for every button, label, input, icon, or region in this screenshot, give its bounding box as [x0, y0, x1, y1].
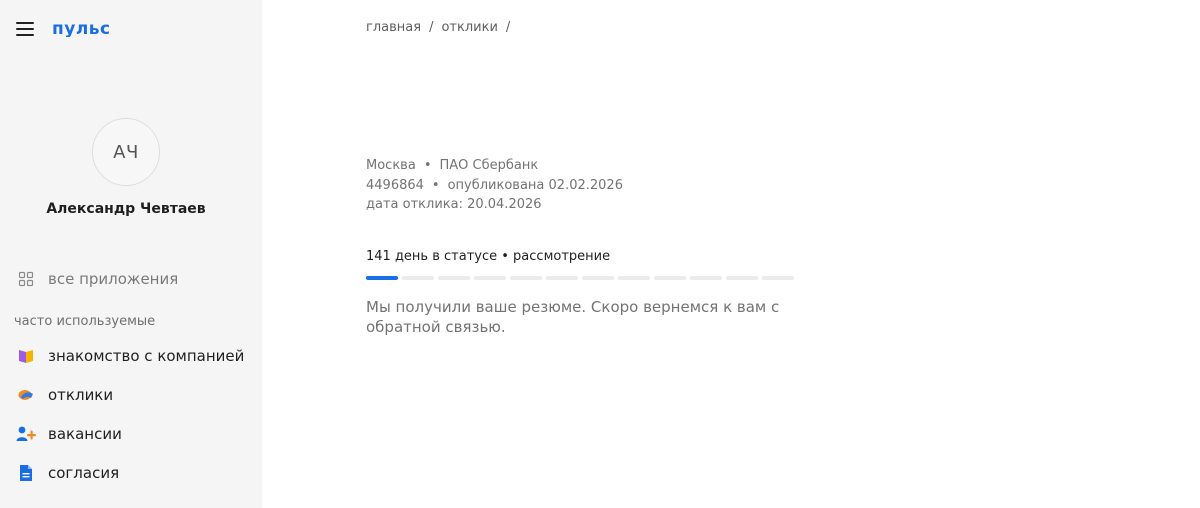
handshake-icon	[16, 385, 36, 405]
sidebar-item-label: знакомство с компанией	[48, 347, 245, 365]
section-title-frequent: часто используемые	[14, 314, 156, 329]
pulse-logo-icon: пульс	[52, 21, 111, 37]
sidebar-item-consents[interactable]: согласия	[16, 461, 119, 485]
status-progress-bar	[366, 276, 794, 280]
progress-segment	[618, 276, 650, 280]
progress-segment	[474, 276, 506, 280]
progress-segment	[762, 276, 794, 280]
response-date: дата отклика: 20.04.2026	[366, 197, 542, 212]
progress-segment	[402, 276, 434, 280]
status-text: 141 день в статусе • рассмотрение	[366, 249, 611, 264]
progress-segment	[690, 276, 722, 280]
vacancy-published: опубликована 02.02.2026	[447, 177, 623, 193]
document-icon	[16, 463, 36, 483]
book-icon	[16, 346, 36, 366]
vacancy-response-row: дата отклика: 20.04.2026	[366, 195, 623, 215]
breadcrumb-separator: /	[429, 20, 434, 35]
sidebar-item-vacancies[interactable]: вакансии	[16, 422, 122, 446]
progress-segment	[726, 276, 758, 280]
sidebar: пульс АЧ Александр Чевтаев все приложени…	[0, 0, 262, 508]
add-user-icon	[16, 424, 36, 444]
progress-segment	[546, 276, 578, 280]
sidebar-item-label: отклики	[48, 386, 114, 404]
sidebar-topbar: пульс	[16, 18, 128, 40]
breadcrumb-responses[interactable]: отклики	[441, 20, 497, 35]
vacancy-location-row: Москва • ПАО Сбербанк	[366, 156, 623, 176]
svg-text:пульс: пульс	[52, 21, 111, 37]
hamburger-menu-icon[interactable]	[16, 22, 34, 36]
breadcrumb: главная / отклики /	[366, 20, 518, 35]
progress-segment	[582, 276, 614, 280]
user-name: Александр Чевтаев	[46, 201, 206, 217]
vacancy-id-row: 4496864 • опубликована 02.02.2026	[366, 176, 623, 196]
avatar-initials: АЧ	[113, 141, 139, 163]
breadcrumb-home[interactable]: главная	[366, 20, 421, 35]
sidebar-item-label: вакансии	[48, 425, 122, 443]
progress-segment-done	[366, 276, 398, 280]
vacancy-company: ПАО Сбербанк	[439, 158, 539, 173]
progress-segment	[510, 276, 542, 280]
sidebar-item-label: все приложения	[48, 270, 179, 288]
sidebar-item-company-intro[interactable]: знакомство с компанией	[16, 344, 244, 368]
vacancy-id: 4496864	[366, 177, 424, 193]
app-logo[interactable]: пульс	[52, 20, 128, 38]
sidebar-item-all-apps[interactable]: все приложения	[16, 267, 178, 291]
dot-separator: •	[423, 158, 432, 173]
sidebar-item-responses[interactable]: отклики	[16, 383, 113, 407]
status-message: Мы получили ваше резюме. Скоро вернемся …	[366, 298, 780, 336]
sidebar-item-label: согласия	[48, 464, 120, 482]
vacancy-meta: Москва • ПАО Сбербанк 4496864 • опублико…	[366, 156, 623, 215]
grid-icon	[16, 269, 36, 289]
progress-segment	[438, 276, 470, 280]
dot-separator: •	[431, 177, 440, 193]
breadcrumb-separator: /	[505, 20, 511, 35]
avatar[interactable]: АЧ	[92, 118, 160, 186]
app-root: пульс АЧ Александр Чевтаев все приложени…	[0, 0, 1200, 508]
progress-segment	[654, 276, 686, 280]
vacancy-city: Москва	[366, 158, 416, 173]
